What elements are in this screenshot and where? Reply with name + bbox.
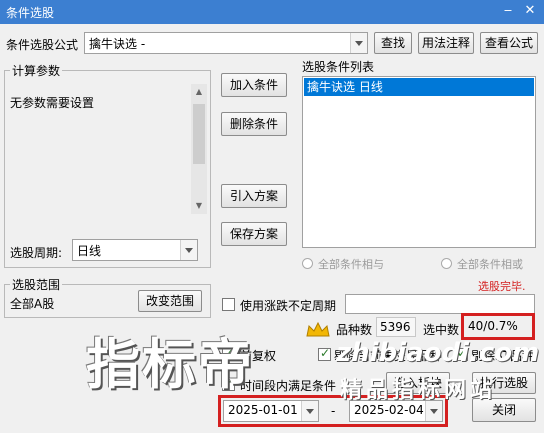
pre-adjust-label: 前复权	[240, 349, 277, 363]
formula-label: 条件选股公式	[6, 38, 79, 52]
start-date-picker[interactable]: 2025-01-01	[223, 400, 319, 422]
selected-count-highlight: 40/0.7%	[461, 313, 535, 340]
conditions-title: 选股条件列表	[302, 60, 375, 74]
title-bar: 条件选股 ‒ ✕	[0, 0, 544, 24]
chevron-down-icon[interactable]	[350, 33, 367, 53]
time-range-checkbox[interactable]: ✓	[222, 376, 235, 391]
period-select-value: 日线	[77, 244, 102, 258]
check-icon: ✓	[224, 376, 235, 390]
chevron-down-icon[interactable]	[180, 240, 197, 260]
close-icon[interactable]: ✕	[522, 3, 538, 19]
radio-or[interactable]	[441, 258, 452, 269]
check-icon: ✓	[224, 346, 235, 360]
irregular-period-checkbox[interactable]	[222, 298, 235, 311]
select-board-button[interactable]: 选入板块	[386, 372, 450, 394]
condition-item[interactable]: 擒牛诀选 日线	[304, 78, 534, 96]
variety-count-value: 5396	[376, 317, 416, 337]
variety-count-label: 品种数	[336, 323, 373, 337]
irregular-period-label: 使用涨跌不定周期	[240, 299, 337, 313]
exclude-partial-label: 剔除当前未交易品种	[334, 349, 443, 363]
view-formula-button[interactable]: 查看公式	[480, 32, 538, 54]
start-date-value: 2025-01-01	[228, 403, 298, 417]
selected-count-label: 选中数	[423, 323, 460, 337]
range-title: 选股范围	[10, 276, 63, 293]
params-title: 计算参数	[10, 62, 63, 79]
radio-and-label: 全部条件相与	[318, 258, 384, 271]
time-range-label: 时间段内满足条件	[240, 379, 337, 393]
pre-adjust-checkbox[interactable]: ✓	[222, 346, 235, 361]
exclude-partial-checkbox[interactable]: ✓	[318, 346, 331, 361]
conditions-list[interactable]: 擒牛诀选 日线	[302, 76, 536, 248]
range-value: 全部A股	[10, 297, 55, 311]
scroll-down-icon[interactable]: ▼	[191, 198, 207, 214]
find-button[interactable]: 查找	[374, 32, 412, 54]
exclude-st-checkbox[interactable]: ✓	[455, 346, 468, 361]
scroll-thumb[interactable]	[193, 104, 205, 164]
import-plan-button[interactable]: 引入方案	[221, 184, 287, 208]
end-date-value: 2025-02-04	[354, 403, 424, 417]
change-range-button[interactable]: 改变范围	[138, 290, 202, 312]
radio-and[interactable]	[302, 258, 313, 269]
period-select[interactable]: 日线	[72, 239, 198, 261]
period-input[interactable]	[345, 294, 535, 314]
selected-count-value: 40/0.7%	[468, 319, 518, 333]
status-text: 选股完毕.	[478, 280, 526, 293]
params-scrollbar[interactable]: ▲ ▼	[191, 84, 207, 214]
delete-condition-button[interactable]: 删除条件	[221, 112, 287, 136]
period-label: 选股周期:	[10, 246, 63, 260]
usage-button[interactable]: 用法注释	[418, 32, 474, 54]
window-title: 条件选股	[6, 6, 55, 20]
add-condition-button[interactable]: 加入条件	[221, 73, 287, 97]
check-icon: ✓	[457, 346, 468, 360]
params-message: 无参数需要设置	[10, 96, 95, 110]
end-date-picker[interactable]: 2025-02-04	[349, 400, 443, 422]
chevron-down-icon[interactable]	[425, 401, 442, 421]
execute-button[interactable]: 执行选股	[472, 372, 536, 394]
minimize-icon[interactable]: ‒	[500, 3, 516, 19]
formula-select[interactable]: 擒牛诀选 -	[84, 32, 368, 54]
exclude-st-label: 剔除ST品种	[471, 349, 534, 363]
close-button[interactable]: 关闭	[472, 398, 536, 422]
radio-or-label: 全部条件相或	[457, 258, 523, 271]
date-separator: -	[331, 404, 336, 418]
check-icon: ✓	[320, 346, 331, 360]
chevron-down-icon[interactable]	[301, 401, 318, 421]
crown-icon	[306, 321, 330, 338]
formula-select-value: 擒牛诀选 -	[89, 37, 146, 51]
save-plan-button[interactable]: 保存方案	[221, 222, 287, 246]
scroll-up-icon[interactable]: ▲	[191, 84, 207, 100]
